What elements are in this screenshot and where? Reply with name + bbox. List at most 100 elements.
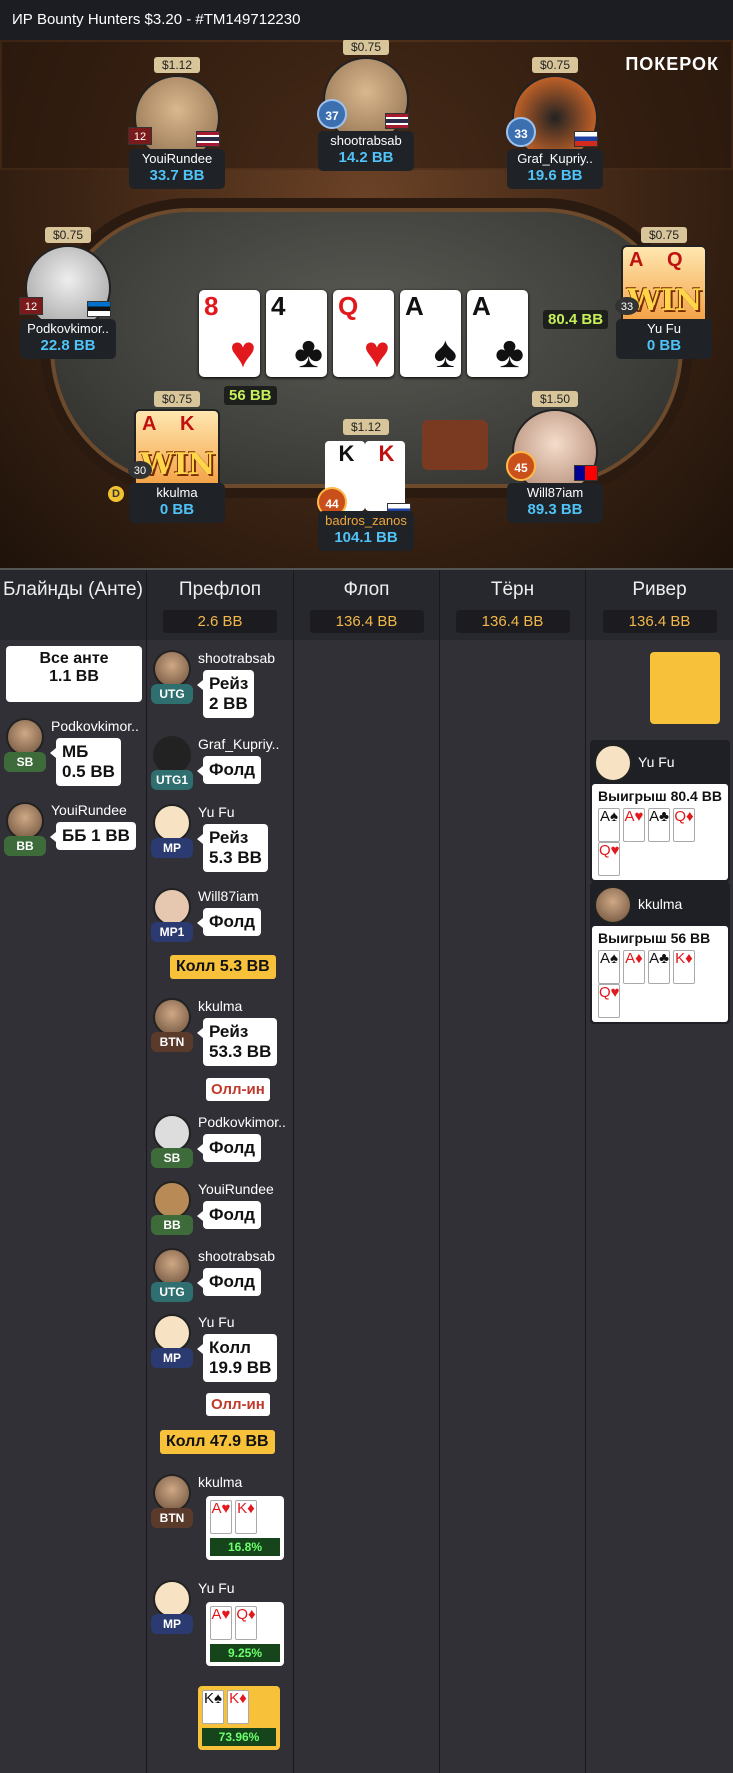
equity: 9.25% xyxy=(210,1644,280,1662)
blind-entry-bb: BB YouiRundee ББ 1 BB xyxy=(4,802,142,862)
level-badge: 33 xyxy=(506,117,536,147)
action-bubble: Фолд xyxy=(196,1268,262,1296)
role-badge: UTG xyxy=(151,684,193,704)
role-badge: BB xyxy=(4,836,46,856)
bounty-badge: $0.75 xyxy=(531,57,579,73)
action-bubble: Колл 19.9 BB xyxy=(196,1334,278,1382)
hero-call-bar: Колл 5.3 BB xyxy=(170,955,276,979)
board-card: 8 ♥ xyxy=(199,290,260,377)
ante-box: Все анте 1.1 BB xyxy=(6,646,142,702)
entry-name: Yu Fu xyxy=(198,1580,235,1596)
bounty-badge: $0.75 xyxy=(342,40,390,55)
player-name: YouiRundee xyxy=(141,151,213,166)
seat-kkulma[interactable]: $0.75 A K WIN 30 kkulma 0 BB xyxy=(128,390,225,523)
player-stack: 89.3 BB xyxy=(527,501,583,518)
action-bubble: Рейз 2 BB xyxy=(196,670,255,718)
winner-box: kkulma Выигрыш 56 BB A♠ A♦ A♣ K♦ Q♥ xyxy=(590,882,730,1024)
col-flop xyxy=(294,640,440,1773)
player-stack: 33.7 BB xyxy=(149,167,205,184)
window-title: ИР Bounty Hunters $3.20 - #TM149712230 xyxy=(0,0,733,40)
avatar xyxy=(6,802,44,840)
entry-name: Yu Fu xyxy=(198,1314,235,1330)
nameplate: YouiRundee 33.7 BB xyxy=(129,149,225,189)
equity: 16.8% xyxy=(210,1538,280,1556)
flag-icon xyxy=(385,113,409,129)
preflop-entry: BB YouiRundee Фолд xyxy=(151,1181,289,1241)
win-banner: WIN xyxy=(140,447,216,482)
hand-card: Q♦ xyxy=(673,808,695,842)
avatar xyxy=(594,744,632,782)
hero-call-bar: Колл 47.9 BB xyxy=(160,1430,275,1454)
col-header-flop: Флоп 136.4 BB xyxy=(294,570,440,642)
player-name: Yu Fu xyxy=(647,321,681,336)
hand-card: K♠ xyxy=(202,1690,224,1724)
level-badge: 33 xyxy=(615,297,639,315)
player-stack: 14.2 BB xyxy=(338,149,394,166)
seat-will87iam[interactable]: $1.50 45 Will87iam 89.3 BB xyxy=(506,390,603,523)
poker-table-scene: ПОКЕРОК $1.12 12 YouiRundee 33.7 BB $0.7… xyxy=(0,40,733,568)
level-badge: 37 xyxy=(317,99,347,129)
role-badge: SB xyxy=(4,752,46,772)
entry-name: kkulma xyxy=(198,998,243,1014)
nameplate: shootrabsab 14.2 BB xyxy=(318,131,414,171)
level-badge: 12 xyxy=(19,297,43,315)
shown-card-1: A xyxy=(142,413,157,435)
pokerok-logo: ПОКЕРОК xyxy=(625,54,719,74)
hand-card: A♣ xyxy=(648,950,670,984)
flag-icon xyxy=(87,301,111,317)
hand-card: A♥ xyxy=(210,1606,232,1640)
player-stack: 19.6 BB xyxy=(527,167,583,184)
bounty-badge: $1.12 xyxy=(153,57,201,73)
seat-yu-fu[interactable]: $0.75 A Q WIN 33 Yu Fu 0 BB xyxy=(615,226,712,359)
bounty-badge: $1.12 xyxy=(342,419,390,435)
role-badge: MP xyxy=(151,1614,193,1634)
col-turn xyxy=(440,640,586,1773)
preflop-entry: UTG1 Graf_Kupriy.. Фолд xyxy=(151,736,289,796)
flag-icon xyxy=(196,131,220,147)
player-name: shootrabsab xyxy=(330,133,402,148)
nameplate: kkulma 0 BB xyxy=(129,483,225,523)
hand-card: Q♦ xyxy=(235,1606,257,1640)
level-badge: 45 xyxy=(506,451,536,481)
hand-card: Q♥ xyxy=(598,984,620,1018)
board-card: A ♠ xyxy=(400,290,461,377)
dealer-button-icon: D xyxy=(108,486,124,502)
avatar xyxy=(153,736,191,774)
action-bubble: Фолд xyxy=(196,1134,262,1162)
role-badge: UTG1 xyxy=(151,770,193,790)
avatar xyxy=(153,1474,191,1512)
nameplate: Will87iam 89.3 BB xyxy=(507,483,603,523)
entry-name: Will87iam xyxy=(198,888,259,904)
role-badge: BTN xyxy=(151,1032,193,1052)
preflop-entry: BTN kkulma Рейз 53.3 BB xyxy=(151,998,289,1068)
hand-card: K♦ xyxy=(227,1690,249,1724)
win-banner: WIN xyxy=(627,283,703,318)
nameplate: Podkovkimor.. 22.8 BB xyxy=(20,319,116,359)
seat-graf-kupriy[interactable]: $0.75 33 Graf_Kupriy.. 19.6 BB xyxy=(506,56,603,189)
hand-card: A♣ xyxy=(648,808,670,842)
entry-name: YouiRundee xyxy=(198,1181,274,1197)
player-name: Graf_Kupriy.. xyxy=(517,151,593,166)
equity: 73.96% xyxy=(202,1728,276,1746)
role-badge: MP1 xyxy=(151,922,193,942)
hand-card: A♥ xyxy=(623,808,645,842)
action-bubble: Фолд xyxy=(196,908,262,936)
seat-podkovkimor[interactable]: $0.75 12 Podkovkimor.. 22.8 BB xyxy=(19,226,116,359)
seat-shootrabsab[interactable]: $0.75 37 shootrabsab 14.2 BB xyxy=(317,40,414,171)
avatar xyxy=(594,886,632,924)
entry-name: Podkovkimor.. xyxy=(51,718,139,734)
preflop-entry: UTG shootrabsab Фолд xyxy=(151,1248,289,1308)
board-card: Q ♥ xyxy=(333,290,394,377)
seat-badros-zanos[interactable]: $1.12 K K 44 badros_zanos 104.1 BB xyxy=(317,418,414,551)
level-badge: 30 xyxy=(128,461,152,479)
role-badge: MP xyxy=(151,1348,193,1368)
board-card: A ♣ xyxy=(467,290,528,377)
action-bubble: Рейз 53.3 BB xyxy=(196,1018,278,1066)
winner-box: Yu Fu Выигрыш 80.4 BB A♠ A♥ A♣ Q♦ Q♥ xyxy=(590,740,730,882)
role-badge: BTN xyxy=(151,1508,193,1528)
entry-name: Yu Fu xyxy=(198,804,235,820)
hand-card: K♦ xyxy=(235,1500,257,1534)
seat-youirundee[interactable]: $1.12 12 YouiRundee 33.7 BB xyxy=(128,56,225,189)
col-header-river: Ривер 136.4 BB xyxy=(586,570,733,642)
player-name: Podkovkimor.. xyxy=(27,321,109,336)
